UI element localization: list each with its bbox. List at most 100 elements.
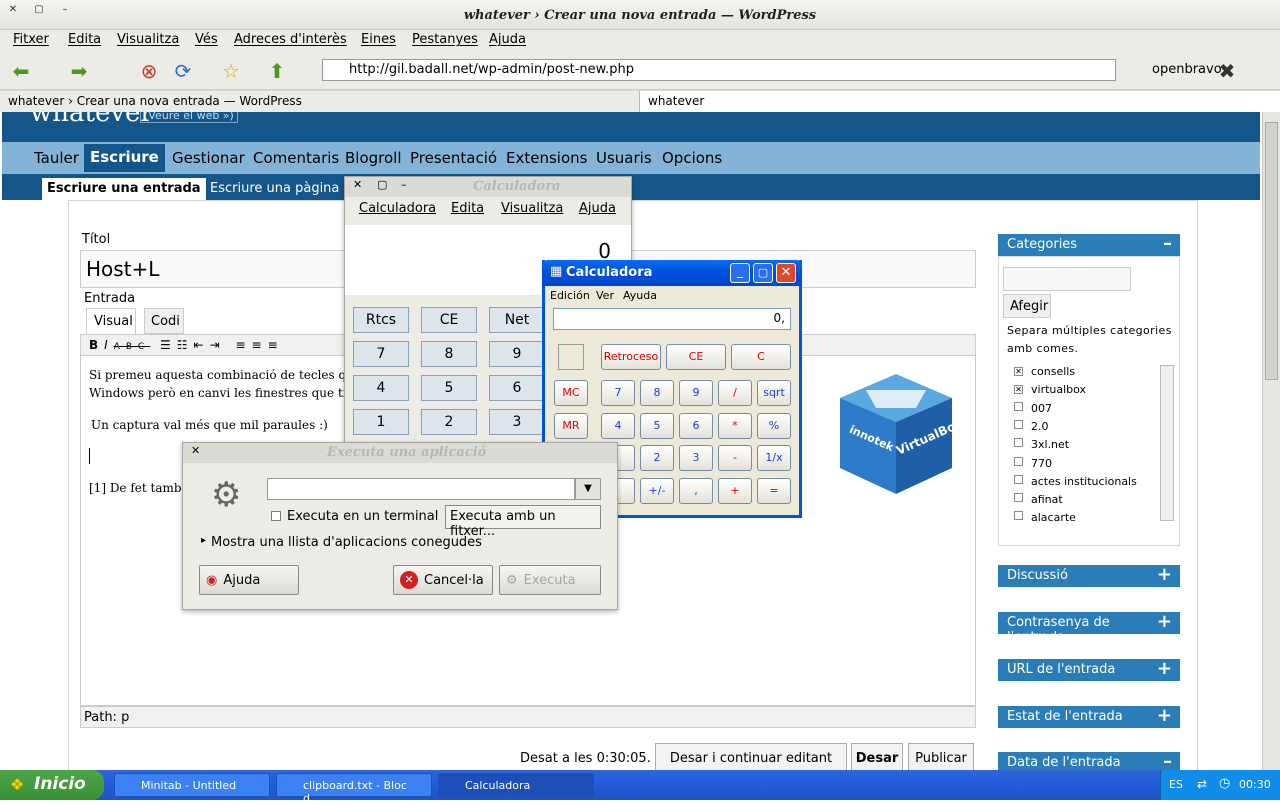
tab-other[interactable]: whatever (640, 91, 1280, 112)
bullet-list-icon[interactable]: ☰ (160, 338, 177, 352)
nav-presentacio[interactable]: Presentació (410, 149, 497, 167)
category-item[interactable]: ✕ virtualbox (1014, 383, 1086, 401)
expander-arrow-icon[interactable]: ▸ (201, 535, 206, 546)
strike-icon[interactable]: ABC (114, 342, 150, 352)
box-url[interactable]: URL de l'entrada + (998, 658, 1180, 681)
numbered-list-icon[interactable]: ☷ (177, 338, 194, 352)
xpcalc-key[interactable]: 9 (679, 380, 713, 406)
xpcalc-key[interactable]: + (718, 477, 752, 504)
menu-adreces[interactable]: Adreces d'interès (234, 32, 347, 47)
close-icon[interactable]: ✕ (776, 263, 796, 283)
search-engine[interactable]: openbravo (1152, 62, 1222, 77)
nav-extensions[interactable]: Extensions (506, 149, 587, 167)
gcalc-key[interactable]: 3 (489, 409, 545, 435)
collapse-icon[interactable]: – (1163, 751, 1172, 772)
xpcalc-key[interactable]: 6 (679, 412, 713, 439)
categories-header[interactable]: Categories – (998, 233, 1180, 256)
nav-tauler[interactable]: Tauler (34, 149, 79, 167)
bold-icon[interactable]: B (89, 338, 104, 352)
gcalc-key[interactable]: CE (421, 307, 477, 333)
maximize-icon[interactable]: ▢ (377, 178, 387, 191)
xpcalc-key[interactable]: sqrt (757, 380, 791, 406)
expand-icon[interactable]: + (1157, 705, 1172, 726)
menu-ves[interactable]: Vés (195, 32, 218, 47)
category-item[interactable]: 3xl.net (1014, 438, 1069, 456)
gcalc-key[interactable]: 7 (353, 341, 409, 367)
minimize-icon[interactable]: _ (730, 263, 750, 283)
category-checkbox[interactable]: ✕ (1014, 385, 1023, 395)
xpcalc-key[interactable]: 3 (679, 445, 713, 471)
tab-active[interactable]: whatever › Crear una nova entrada — Word… (0, 91, 640, 112)
category-checkbox[interactable] (1014, 511, 1023, 521)
nav-comentaris[interactable]: Comentaris (253, 149, 339, 167)
show-known-apps[interactable]: Mostra una llista d'aplicacions conegude… (211, 535, 482, 550)
xpcalc-menu-edit[interactable]: Edición (550, 289, 590, 302)
menu-ajuda[interactable]: Ajuda (489, 32, 526, 47)
tab-visual[interactable]: Visual (86, 308, 136, 334)
xpcalc-key[interactable]: 2 (640, 445, 674, 471)
xpcalc-key[interactable]: CE (666, 344, 726, 370)
subnav-write-post[interactable]: Escriure una entrada (42, 178, 206, 200)
gcalc-key[interactable]: Rtcs (353, 307, 409, 333)
new-category-input[interactable] (1003, 267, 1131, 291)
gcalc-key[interactable]: 6 (489, 375, 545, 401)
subnav-write-page[interactable]: Escriure una pàgina (210, 181, 339, 196)
task-notepad[interactable]: clipboard.txt - Bloc d... (276, 773, 432, 805)
home-up-icon[interactable]: ⬆ (264, 59, 290, 83)
gcalc-key[interactable]: 4 (353, 375, 409, 401)
nav-opcions[interactable]: Opcions (662, 149, 722, 167)
box-estat[interactable]: Estat de l'entrada + (998, 705, 1180, 728)
xpcalc-key[interactable]: 7 (601, 380, 635, 406)
category-checkbox[interactable] (1014, 474, 1023, 484)
gcalc-menu-view[interactable]: Visualitza (501, 201, 563, 216)
blog-name[interactable]: whatever (30, 112, 153, 128)
box-discussio[interactable]: Discussió + (998, 564, 1180, 587)
menu-pestanyes[interactable]: Pestanyes (412, 32, 478, 47)
xpcalc-key[interactable]: C (731, 344, 791, 370)
align-right-icon[interactable]: ≡ (268, 338, 284, 352)
run-button[interactable]: ⚙ Executa (499, 565, 601, 595)
task-minitab[interactable]: Minitab - Untitled (114, 773, 270, 797)
page-scrollbar[interactable] (1262, 112, 1280, 770)
close-icon[interactable]: ✕ (191, 444, 200, 457)
reload-icon[interactable]: ⟳ (170, 59, 196, 83)
nav-blogroll[interactable]: Blogroll (345, 149, 402, 167)
close-icon[interactable]: ✕ (353, 178, 362, 191)
bookmark-icon[interactable]: ☆ (218, 59, 244, 83)
category-item[interactable]: afinat (1014, 493, 1063, 511)
category-item[interactable]: actes institucionals (1014, 474, 1137, 493)
category-checkbox[interactable] (1014, 493, 1023, 503)
xpcalc-key[interactable]: +/- (640, 477, 674, 504)
gcalc-key[interactable]: 8 (421, 341, 477, 367)
cancel-button[interactable]: ✕ Cancel·la (393, 565, 493, 595)
gcalc-key[interactable]: Net (489, 307, 545, 333)
gcalc-key[interactable]: 5 (421, 375, 477, 401)
collapse-icon[interactable]: – (1163, 233, 1172, 254)
box-contrasenya[interactable]: Contrasenya de l'entrada + (998, 611, 1180, 645)
italic-icon[interactable]: I (104, 338, 114, 352)
xpcalc-key[interactable]: MC (554, 380, 588, 406)
view-site-link[interactable]: (Veure el web ») (140, 112, 238, 123)
xpcalc-key[interactable]: 8 (640, 380, 674, 406)
url-input[interactable]: http://gil.badall.net/wp-admin/post-new.… (322, 59, 1116, 81)
xpcalc-key[interactable]: Retroceso (601, 344, 661, 370)
category-checkbox[interactable] (1014, 401, 1023, 411)
xpcalc-key[interactable]: 4 (601, 412, 635, 439)
network-icon[interactable]: ⇄ (1197, 777, 1207, 791)
clock[interactable]: 00:30 (1239, 778, 1271, 791)
xpcalc-key[interactable]: - (718, 445, 752, 471)
menu-eines[interactable]: Eines (361, 32, 396, 47)
xpcalc-key[interactable]: MR (554, 412, 588, 439)
menu-edita[interactable]: Edita (68, 32, 101, 47)
xpcalc-key[interactable]: % (757, 412, 791, 439)
category-checkbox[interactable]: ✕ (1014, 367, 1023, 376)
category-item[interactable]: ✕ consells (1014, 365, 1075, 383)
xpcalc-menu-help[interactable]: Ayuda (623, 289, 657, 302)
terminal-checkbox[interactable] (271, 511, 281, 521)
indent-icon[interactable]: ⇥ (210, 338, 226, 352)
gcalc-menu-edit[interactable]: Edita (451, 201, 484, 216)
language-indicator[interactable]: ES (1169, 778, 1183, 791)
maximize-icon[interactable]: ▢ (753, 263, 773, 283)
stop-icon[interactable]: ⊗ (136, 59, 162, 83)
xpcalc-key[interactable]: = (757, 477, 791, 504)
